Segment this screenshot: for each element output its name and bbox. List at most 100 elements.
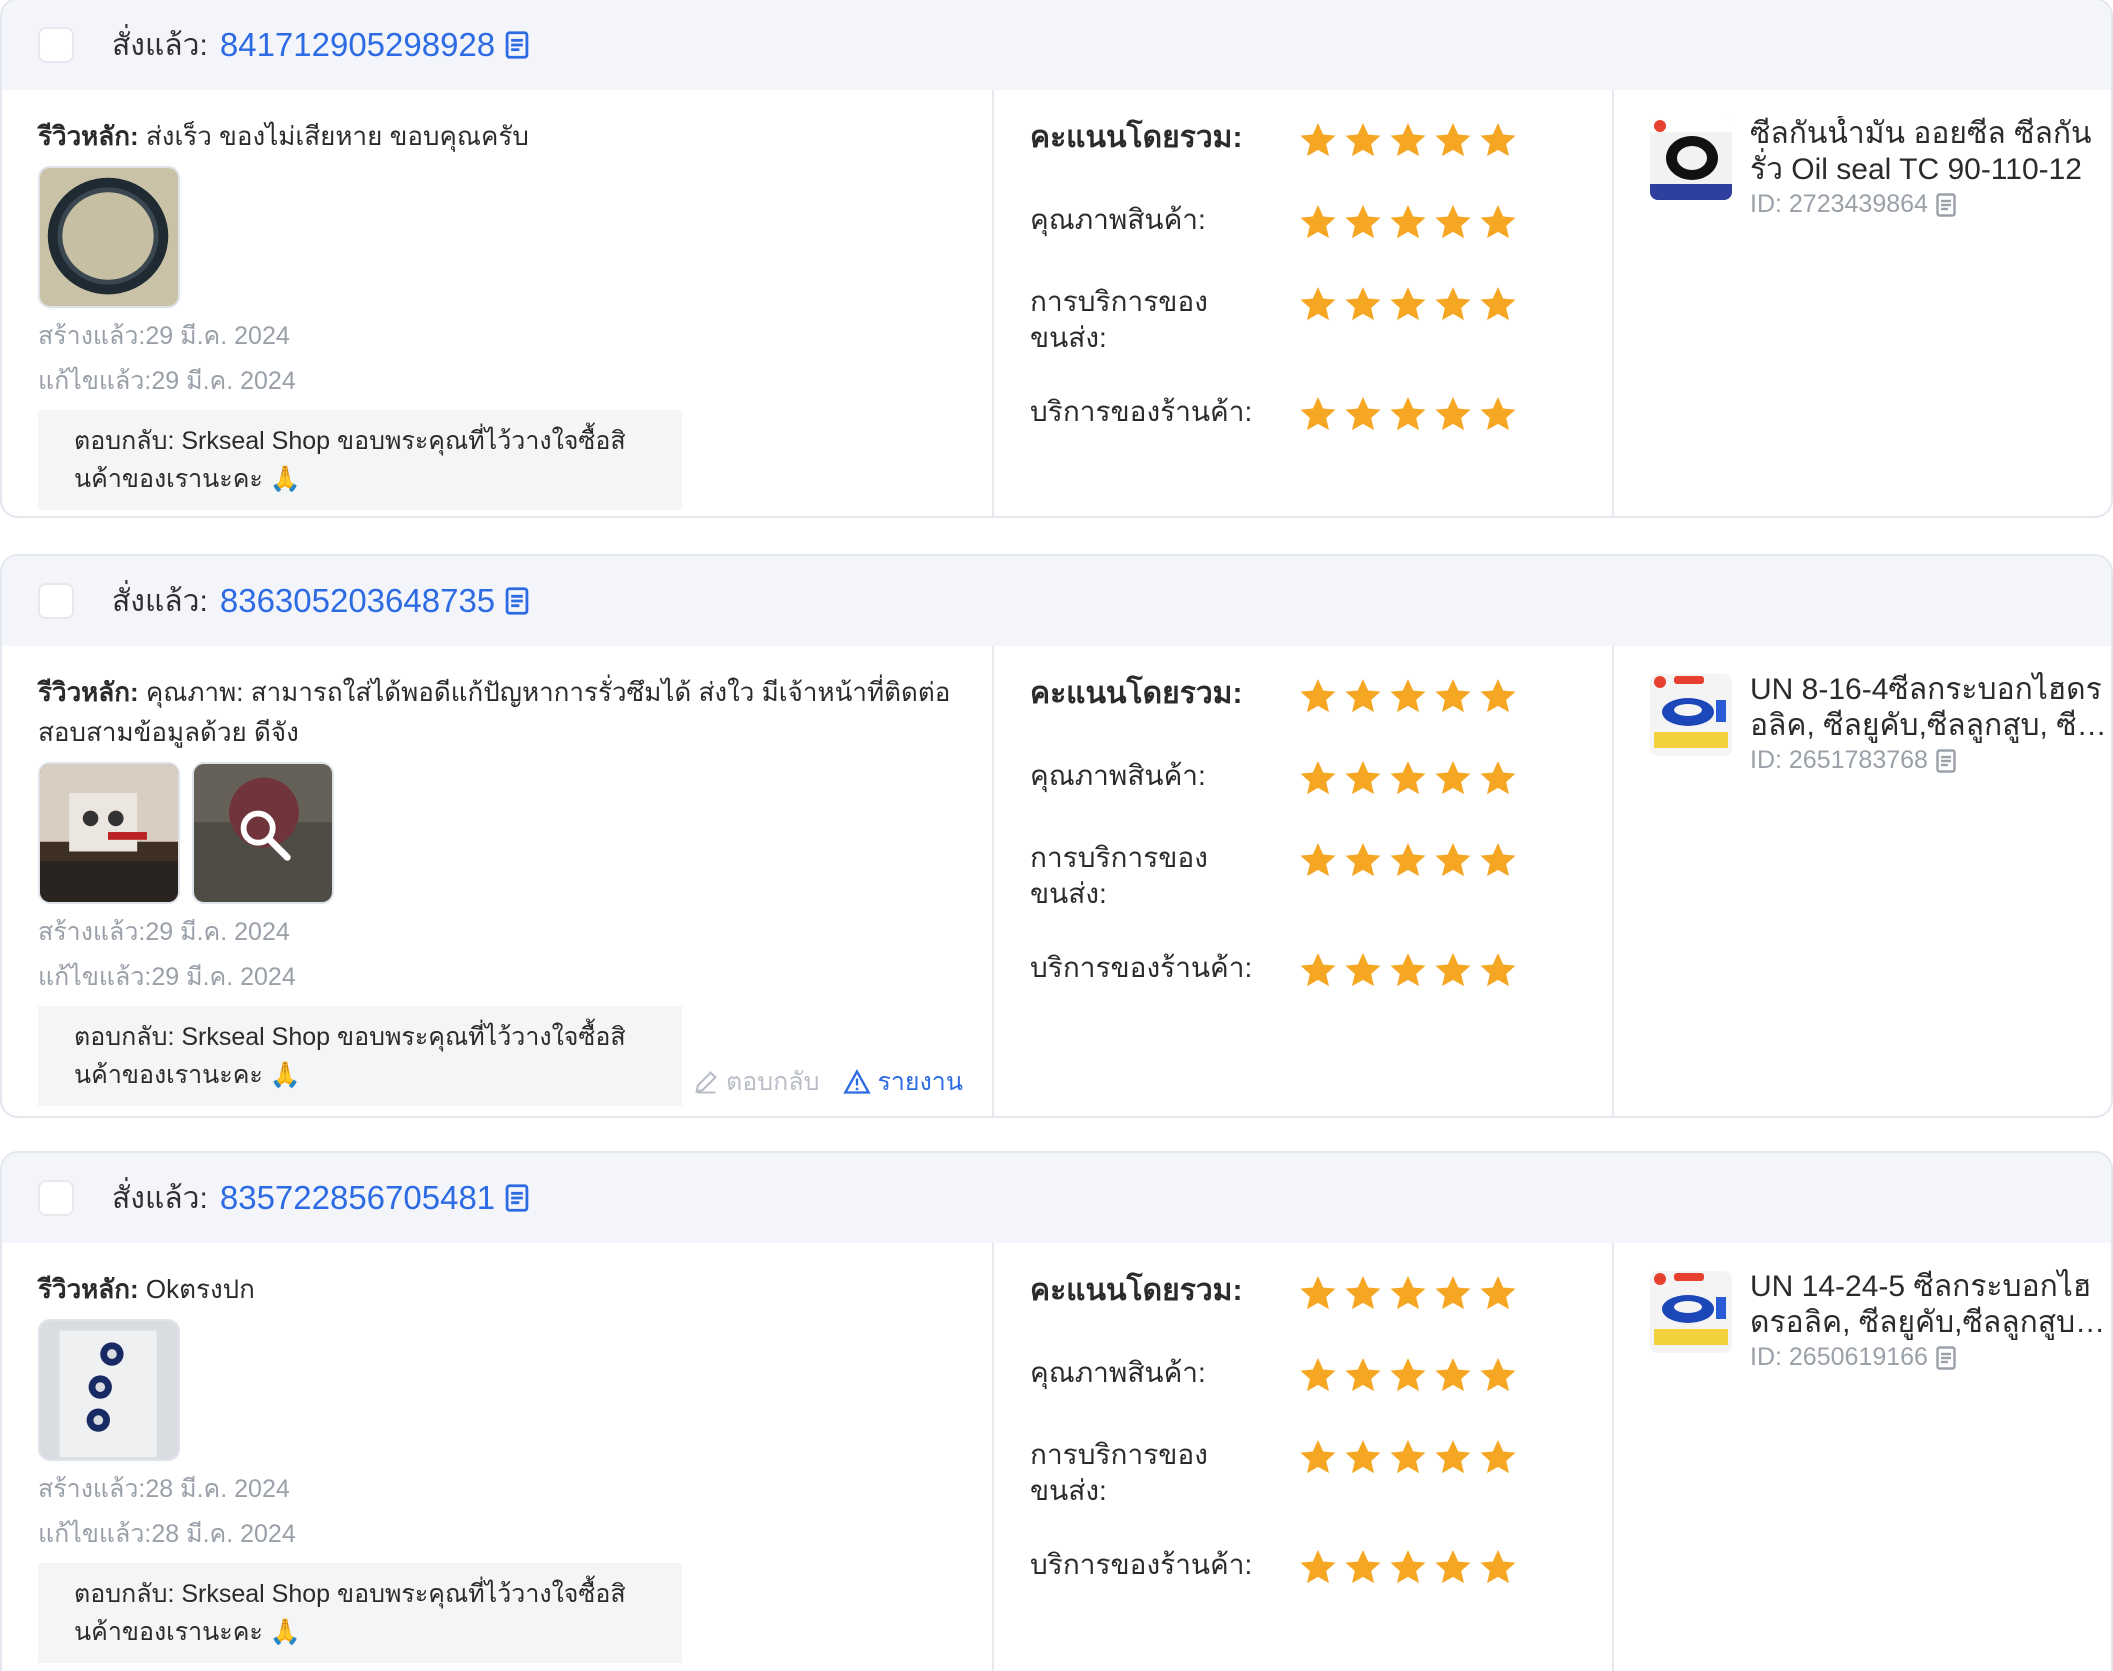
product-id-text: ID: 2651783768 bbox=[1750, 746, 1928, 774]
report-button[interactable]: รายงาน bbox=[843, 1062, 963, 1102]
star-icon bbox=[1478, 676, 1518, 716]
quality-rating: คุณภาพสินค้า: bbox=[1030, 202, 1518, 242]
seller-label: บริการของร้านค้า: bbox=[1030, 396, 1253, 427]
order-number-link[interactable]: 841712905298928 bbox=[220, 26, 495, 64]
quality-rating: คุณภาพสินค้า: bbox=[1030, 1355, 1518, 1395]
review-body: ส่งเร็ว ของไม่เสียหาย ขอบคุณครับ bbox=[145, 121, 529, 151]
report-button-label: รายงาน bbox=[877, 1068, 963, 1096]
star-icon bbox=[1298, 120, 1338, 160]
seller-label: บริการของร้านค้า: bbox=[1030, 1549, 1253, 1580]
star-icon bbox=[1298, 202, 1338, 242]
star-icon bbox=[1433, 676, 1473, 716]
order-header: สั่งแล้ว: 836305203648735 bbox=[2, 556, 2111, 646]
order-number-link[interactable]: 835722856705481 bbox=[220, 1179, 495, 1217]
product-image[interactable] bbox=[1650, 674, 1732, 756]
review-photo[interactable] bbox=[38, 1319, 180, 1461]
copy-icon[interactable] bbox=[1936, 1346, 1956, 1370]
quality-stars bbox=[1298, 202, 1518, 242]
copy-icon[interactable] bbox=[505, 31, 529, 59]
star-icon bbox=[1298, 676, 1338, 716]
order-number-link[interactable]: 836305203648735 bbox=[220, 582, 495, 620]
star-icon bbox=[1433, 202, 1473, 242]
star-icon bbox=[1433, 758, 1473, 798]
product-id: ID: 2651783768 bbox=[1750, 746, 1956, 775]
overall-rating: คะแนนโดยรวม: bbox=[1030, 676, 1518, 716]
product-id-text: ID: 2650619166 bbox=[1750, 1343, 1928, 1371]
overall-stars bbox=[1298, 676, 1518, 716]
star-icon bbox=[1388, 120, 1428, 160]
review-text: รีวิวหลัก: Okตรงปก bbox=[38, 1269, 978, 1309]
shipping-label-line: ขนส่ง: bbox=[1030, 322, 1107, 353]
review-content: รีวิวหลัก: คุณภาพ: สามารถใส่ได้พอดีแก้ปั… bbox=[38, 672, 978, 1106]
star-icon bbox=[1433, 1437, 1473, 1477]
seller-rating: บริการของร้านค้า: bbox=[1030, 1547, 1518, 1587]
star-icon bbox=[1343, 676, 1383, 716]
reply-line: นค้าของเรานะคะ 🙏 bbox=[74, 465, 301, 493]
product-image[interactable] bbox=[1650, 1271, 1732, 1353]
select-checkbox[interactable] bbox=[38, 1180, 74, 1216]
star-icon bbox=[1298, 758, 1338, 798]
product-id: ID: 2723439864 bbox=[1750, 190, 1956, 219]
edited-date: แก้ไขแล้ว:29 มี.ค. 2024 bbox=[38, 367, 296, 395]
star-icon bbox=[1478, 950, 1518, 990]
copy-icon[interactable] bbox=[505, 1184, 529, 1212]
shipping-label-line: การบริการของ bbox=[1030, 1439, 1208, 1470]
copy-icon[interactable] bbox=[1936, 749, 1956, 773]
review-card: สั่งแล้ว: 835722856705481 รีวิวหลัก: Okต… bbox=[0, 1151, 2113, 1671]
star-icon bbox=[1298, 284, 1338, 324]
star-icon bbox=[1478, 1437, 1518, 1477]
star-icon bbox=[1433, 1547, 1473, 1587]
warning-icon bbox=[843, 1069, 872, 1094]
copy-icon[interactable] bbox=[505, 587, 529, 615]
review-photo[interactable] bbox=[38, 166, 180, 308]
product-id: ID: 2650619166 bbox=[1750, 1343, 1956, 1372]
main-review-label: รีวิวหลัก: bbox=[38, 677, 139, 707]
star-icon bbox=[1388, 202, 1428, 242]
seller-stars bbox=[1298, 394, 1518, 434]
edited-date: แก้ไขแล้ว:29 มี.ค. 2024 bbox=[38, 963, 296, 991]
shipping-rating: การบริการของ ขนส่ง: bbox=[1030, 1437, 1518, 1509]
product-name[interactable]: UN 14-24-5 ซีลกระบอกไฮดรอลิค, ซีลยูคับ,ซ… bbox=[1750, 1269, 2110, 1341]
select-checkbox[interactable] bbox=[38, 27, 74, 63]
review-content: รีวิวหลัก: Okตรงปก สร้างแล้ว:28 มี.ค. 20… bbox=[38, 1269, 978, 1663]
shipping-label-line: การบริการของ bbox=[1030, 286, 1208, 317]
star-icon bbox=[1343, 950, 1383, 990]
review-images bbox=[38, 1319, 978, 1461]
star-icon bbox=[1388, 676, 1428, 716]
quality-label: คุณภาพสินค้า: bbox=[1030, 1357, 1206, 1388]
star-icon bbox=[1433, 840, 1473, 880]
copy-icon[interactable] bbox=[1936, 193, 1956, 217]
overall-label: คะแนนโดยรวม: bbox=[1030, 121, 1243, 154]
product-name[interactable]: UN 8-16-4ซีลกระบอกไฮดรอลิค, ซีลยูคับ,ซีล… bbox=[1750, 672, 2110, 744]
review-images bbox=[38, 762, 978, 904]
select-checkbox[interactable] bbox=[38, 583, 74, 619]
seller-reply: ตอบกลับ: Srkseal Shop ขอบพระคุณที่ไว้วาง… bbox=[38, 1006, 682, 1106]
star-icon bbox=[1478, 840, 1518, 880]
star-icon bbox=[1388, 284, 1428, 324]
column-divider bbox=[992, 1243, 994, 1671]
shipping-label-line: ขนส่ง: bbox=[1030, 1475, 1107, 1506]
review-photo-zoom[interactable] bbox=[192, 762, 334, 904]
review-actions: ตอบกลับ รายงาน bbox=[692, 1062, 963, 1102]
created-date: สร้างแล้ว:29 มี.ค. 2024 bbox=[38, 322, 290, 350]
overall-label: คะแนนโดยรวม: bbox=[1030, 677, 1243, 710]
star-icon bbox=[1478, 284, 1518, 324]
product-image[interactable] bbox=[1650, 118, 1732, 200]
star-icon bbox=[1298, 1273, 1338, 1313]
reply-button[interactable]: ตอบกลับ bbox=[692, 1062, 819, 1102]
reply-line: ตอบกลับ: Srkseal Shop ขอบพระคุณที่ไว้วาง… bbox=[74, 1580, 626, 1608]
review-photo[interactable] bbox=[38, 762, 180, 904]
shipping-rating: การบริการของ ขนส่ง: bbox=[1030, 840, 1518, 912]
star-icon bbox=[1343, 1547, 1383, 1587]
star-icon bbox=[1343, 1437, 1383, 1477]
star-icon bbox=[1388, 1437, 1428, 1477]
star-icon bbox=[1343, 120, 1383, 160]
star-icon bbox=[1433, 120, 1473, 160]
shipping-label: การบริการของ ขนส่ง: bbox=[1030, 1437, 1298, 1509]
product-name[interactable]: ซีลกันน้ำมัน ออยซีล ซีลกันรั่ว Oil seal … bbox=[1750, 116, 2110, 188]
overall-stars bbox=[1298, 1273, 1518, 1313]
star-icon bbox=[1298, 1437, 1338, 1477]
column-divider bbox=[1612, 90, 1614, 516]
order-header: สั่งแล้ว: 841712905298928 bbox=[2, 0, 2111, 90]
star-icon bbox=[1478, 1547, 1518, 1587]
